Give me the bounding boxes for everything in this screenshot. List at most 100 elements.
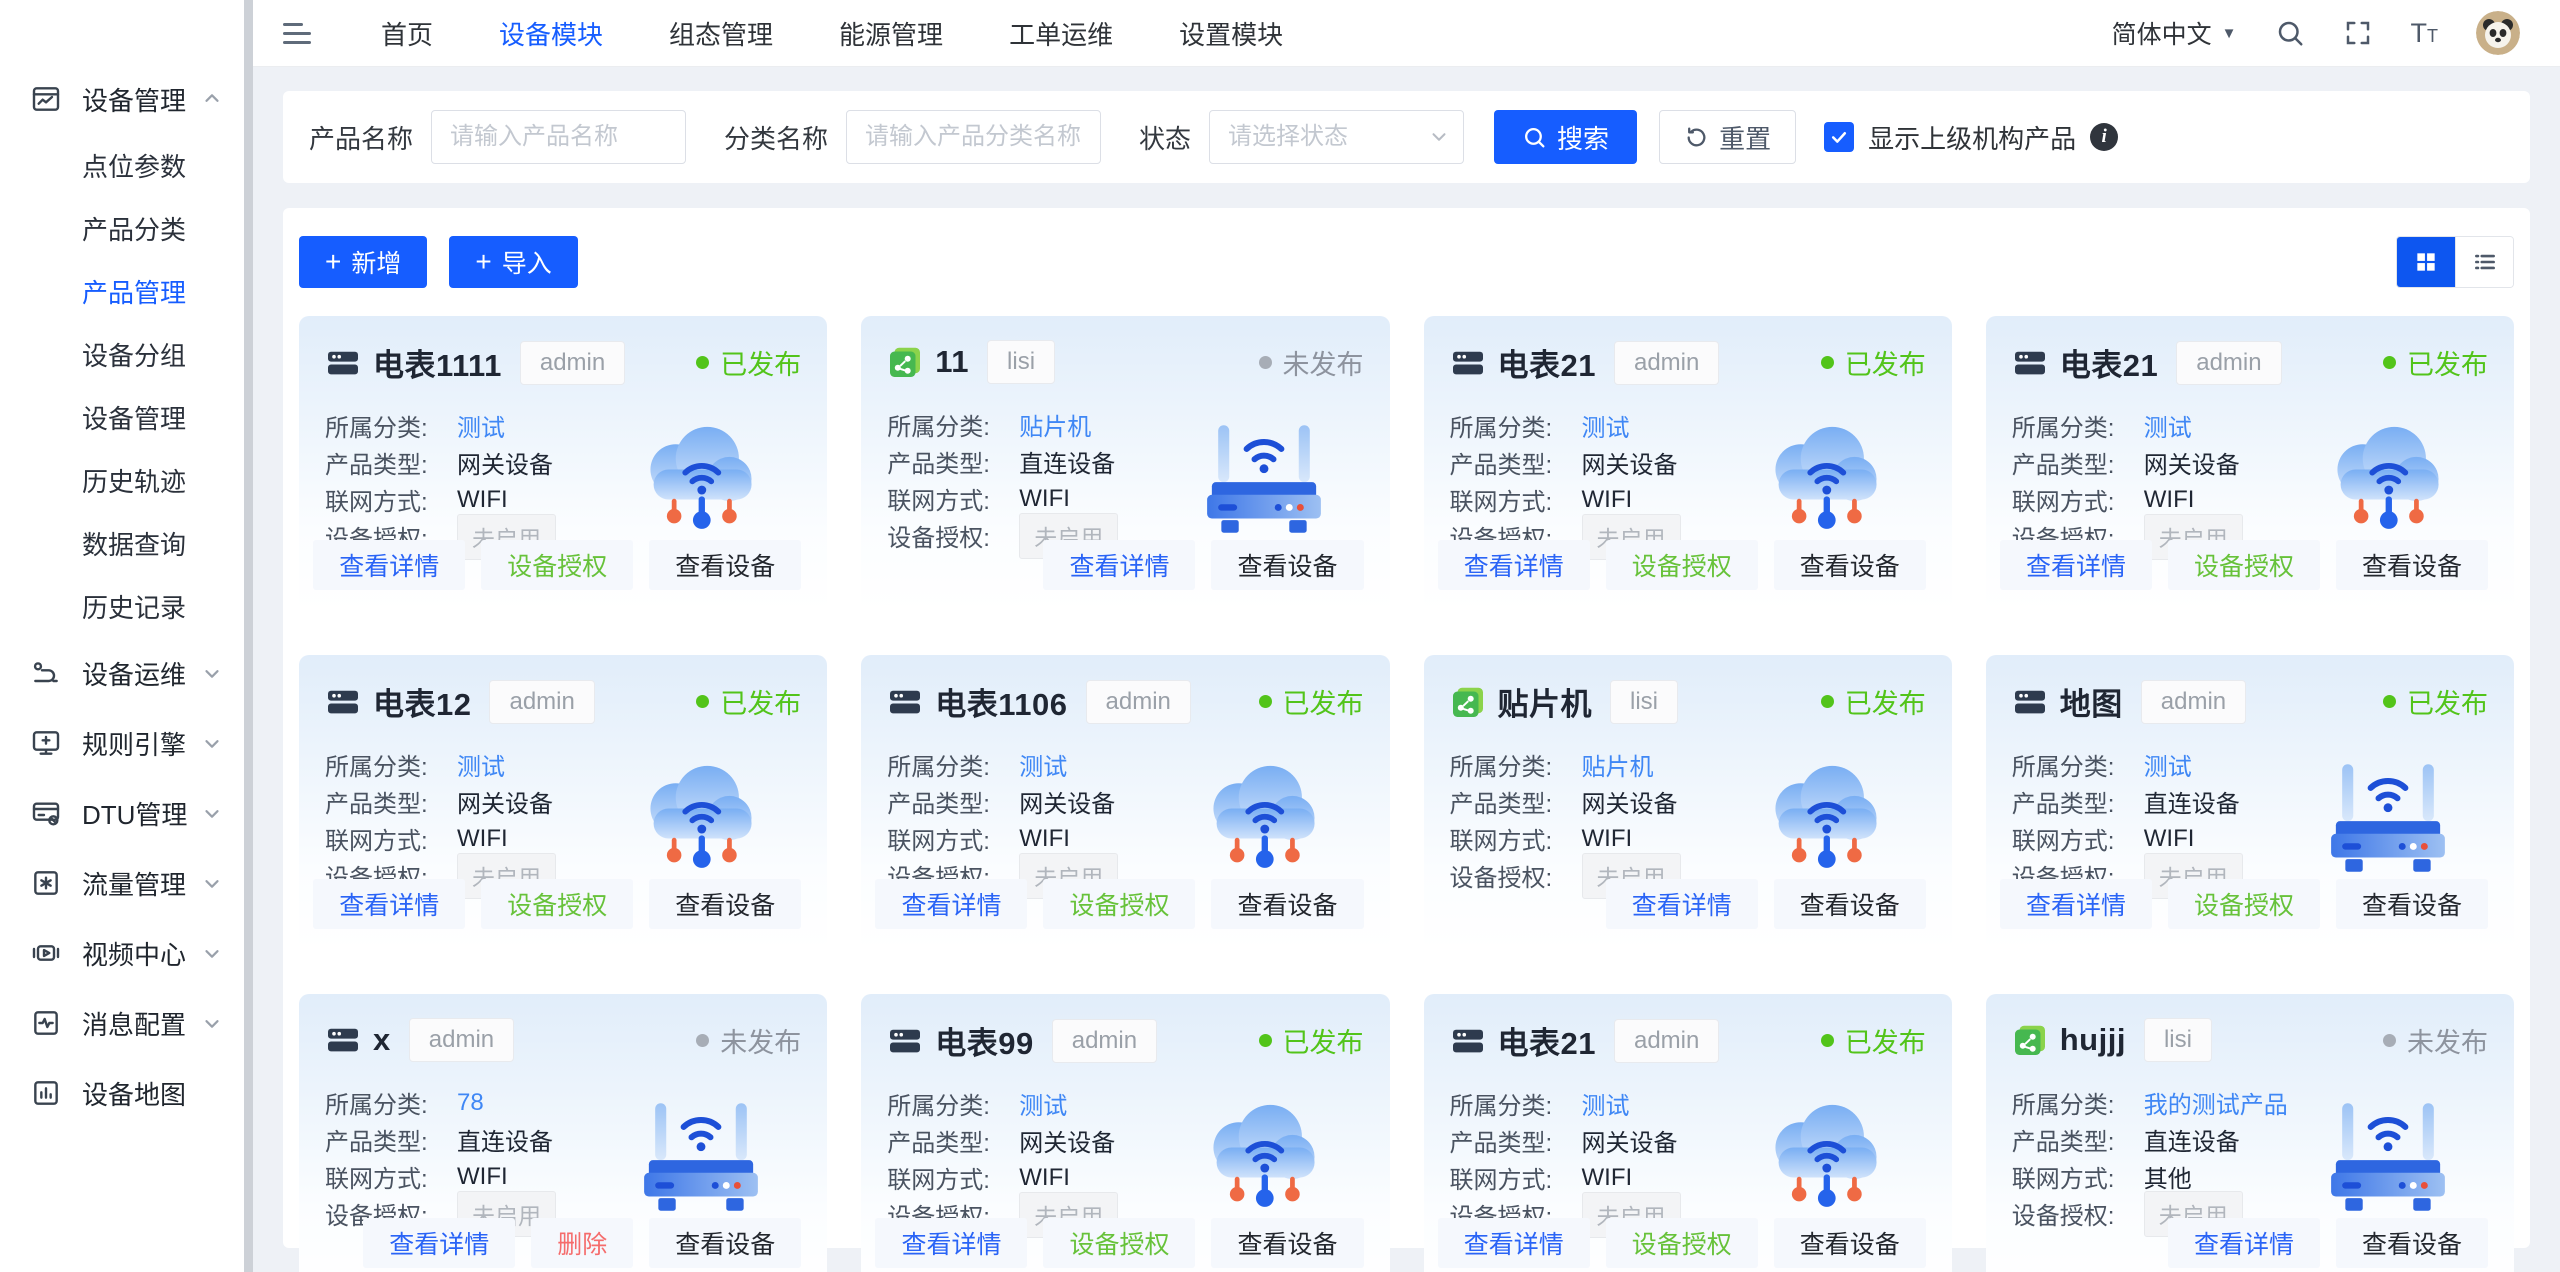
category-link[interactable]: 测试 xyxy=(1019,1086,1067,1121)
category-link[interactable]: 测试 xyxy=(1582,408,1630,443)
sidebar-section-video-center[interactable]: 视频中心 xyxy=(0,918,253,988)
reset-button[interactable]: 重置 xyxy=(1659,110,1796,164)
product-type-field-label: 产品类型: xyxy=(887,1123,1019,1158)
product-type-field-label: 产品类型: xyxy=(2012,445,2144,480)
card-action-button[interactable]: 查看设备 xyxy=(1774,540,1926,590)
nav-settings-module[interactable]: 设置模块 xyxy=(1173,15,1289,52)
nav-scada-management[interactable]: 组态管理 xyxy=(663,15,779,52)
card-action-button[interactable]: 查看详情 xyxy=(875,879,1027,929)
card-action-button[interactable]: 查看详情 xyxy=(1606,879,1758,929)
card-action-button[interactable]: 查看设备 xyxy=(649,540,801,590)
sidebar-item-device-grouping[interactable]: 设备分组 xyxy=(0,323,253,386)
card-action-button[interactable]: 查看设备 xyxy=(1774,879,1926,929)
card-action-button[interactable]: 查看详情 xyxy=(313,879,465,929)
category-link[interactable]: 测试 xyxy=(457,747,505,782)
category-link[interactable]: 测试 xyxy=(2144,408,2192,443)
category-link[interactable]: 测试 xyxy=(1582,1086,1630,1121)
card-action-button[interactable]: 设备授权 xyxy=(481,540,633,590)
card-action-button[interactable]: 查看设备 xyxy=(2336,540,2488,590)
category-link[interactable]: 贴片机 xyxy=(1582,747,1654,782)
search-icon[interactable] xyxy=(2275,18,2305,48)
status-select-input[interactable] xyxy=(1209,110,1464,164)
status-label: 未发布 xyxy=(720,1021,801,1060)
sidebar-item-product-category[interactable]: 产品分类 xyxy=(0,197,253,260)
sidebar-section-device-ops[interactable]: 设备运维 xyxy=(0,638,253,708)
card-action-button[interactable]: 查看设备 xyxy=(1774,1218,1926,1268)
sidebar-item-history-track[interactable]: 历史轨迹 xyxy=(0,449,253,512)
sidebar-section-rule-engine[interactable]: 规则引擎 xyxy=(0,708,253,778)
sidebar-section-traffic-management[interactable]: 流量管理 xyxy=(0,848,253,918)
card-action-button[interactable]: 查看详情 xyxy=(363,1218,515,1268)
card-action-button[interactable]: 设备授权 xyxy=(2168,540,2320,590)
nav-home[interactable]: 首页 xyxy=(375,15,439,52)
status-select[interactable] xyxy=(1209,110,1464,164)
category-name-input[interactable] xyxy=(846,110,1101,164)
checkbox-checked[interactable] xyxy=(1824,122,1854,152)
sidebar-item-data-query[interactable]: 数据查询 xyxy=(0,512,253,575)
grid-view-button[interactable] xyxy=(2397,237,2455,287)
category-field-label: 所属分类: xyxy=(325,747,457,782)
sidebar-section-device-management[interactable]: 设备管理 xyxy=(0,64,253,134)
gateway-cloud-image xyxy=(1742,739,1910,897)
card-action-button[interactable]: 设备授权 xyxy=(1043,879,1195,929)
language-selector[interactable]: 简体中文 ▼ xyxy=(2112,15,2237,51)
card-action-button[interactable]: 查看设备 xyxy=(2336,1218,2488,1268)
card-action-button[interactable]: 查看详情 xyxy=(875,1218,1027,1268)
category-link[interactable]: 贴片机 xyxy=(1019,407,1091,442)
chip-product-icon xyxy=(2012,1022,2048,1058)
search-button[interactable]: 搜索 xyxy=(1494,110,1637,164)
show-parent-org-checkbox-wrap[interactable]: 显示上级机构产品 i xyxy=(1824,119,2118,156)
device-management-icon xyxy=(30,83,62,115)
network-value: WIFI xyxy=(1582,1164,1633,1192)
card-action-button[interactable]: 设备授权 xyxy=(481,879,633,929)
card-action-button[interactable]: 设备授权 xyxy=(1043,1218,1195,1268)
sidebar-item-point-params[interactable]: 点位参数 xyxy=(0,134,253,197)
category-link[interactable]: 测试 xyxy=(2144,747,2192,782)
card-action-button[interactable]: 查看详情 xyxy=(1438,1218,1590,1268)
card-action-button[interactable]: 删除 xyxy=(531,1218,633,1268)
product-name-input[interactable] xyxy=(431,110,686,164)
card-action-button[interactable]: 查看详情 xyxy=(1043,540,1195,590)
fullscreen-icon[interactable] xyxy=(2343,18,2373,48)
card-action-button[interactable]: 设备授权 xyxy=(1606,540,1758,590)
card-action-button[interactable]: 查看详情 xyxy=(2000,540,2152,590)
topbar-right: 简体中文 ▼ TT xyxy=(2112,11,2520,55)
card-action-button[interactable]: 设备授权 xyxy=(2168,879,2320,929)
card-action-button[interactable]: 查看详情 xyxy=(2000,879,2152,929)
device-auth-field-label: 设备授权: xyxy=(1450,858,1582,893)
add-button[interactable]: + 新增 xyxy=(299,236,427,288)
sidebar-scrollbar[interactable] xyxy=(244,0,253,1272)
category-link[interactable]: 我的测试产品 xyxy=(2144,1085,2288,1120)
card-action-button[interactable]: 查看详情 xyxy=(2168,1218,2320,1268)
font-size-icon[interactable]: TT xyxy=(2411,18,2439,49)
card-action-button[interactable]: 查看设备 xyxy=(649,879,801,929)
card-action-button[interactable]: 查看设备 xyxy=(649,1218,801,1268)
card-action-button[interactable]: 查看设备 xyxy=(1211,1218,1363,1268)
plus-icon: + xyxy=(325,248,341,276)
category-link[interactable]: 78 xyxy=(457,1089,484,1117)
collapse-sidebar-icon[interactable] xyxy=(283,23,311,44)
import-button[interactable]: + 导入 xyxy=(449,236,577,288)
nav-device-module[interactable]: 设备模块 xyxy=(493,15,609,52)
card-action-button[interactable]: 查看设备 xyxy=(2336,879,2488,929)
list-view-button[interactable] xyxy=(2455,237,2513,287)
card-action-button[interactable]: 查看设备 xyxy=(1211,540,1363,590)
avatar[interactable] xyxy=(2476,11,2520,55)
sidebar-section-dtu-management[interactable]: DTU管理 xyxy=(0,778,253,848)
nav-workorder-ops[interactable]: 工单运维 xyxy=(1003,15,1119,52)
category-link[interactable]: 测试 xyxy=(1019,747,1067,782)
card-action-button[interactable]: 查看详情 xyxy=(313,540,465,590)
sidebar-item-device-management[interactable]: 设备管理 xyxy=(0,386,253,449)
card-action-button[interactable]: 查看设备 xyxy=(1211,879,1363,929)
nav-energy-management[interactable]: 能源管理 xyxy=(833,15,949,52)
card-action-button[interactable]: 设备授权 xyxy=(1606,1218,1758,1268)
sidebar-item-product-management[interactable]: 产品管理 xyxy=(0,260,253,323)
product-card: x admin 未发布 所属分类: 78 产品类型: 直连设备 联网方式: WI… xyxy=(299,994,827,1272)
sidebar-item-history-records[interactable]: 历史记录 xyxy=(0,575,253,638)
info-icon[interactable]: i xyxy=(2090,123,2118,151)
card-action-button[interactable]: 查看详情 xyxy=(1438,540,1590,590)
category-link[interactable]: 测试 xyxy=(457,408,505,443)
sidebar-item-device-map[interactable]: 设备地图 xyxy=(0,1058,253,1128)
sidebar-section-message-config[interactable]: 消息配置 xyxy=(0,988,253,1058)
message-config-icon xyxy=(30,1007,62,1039)
